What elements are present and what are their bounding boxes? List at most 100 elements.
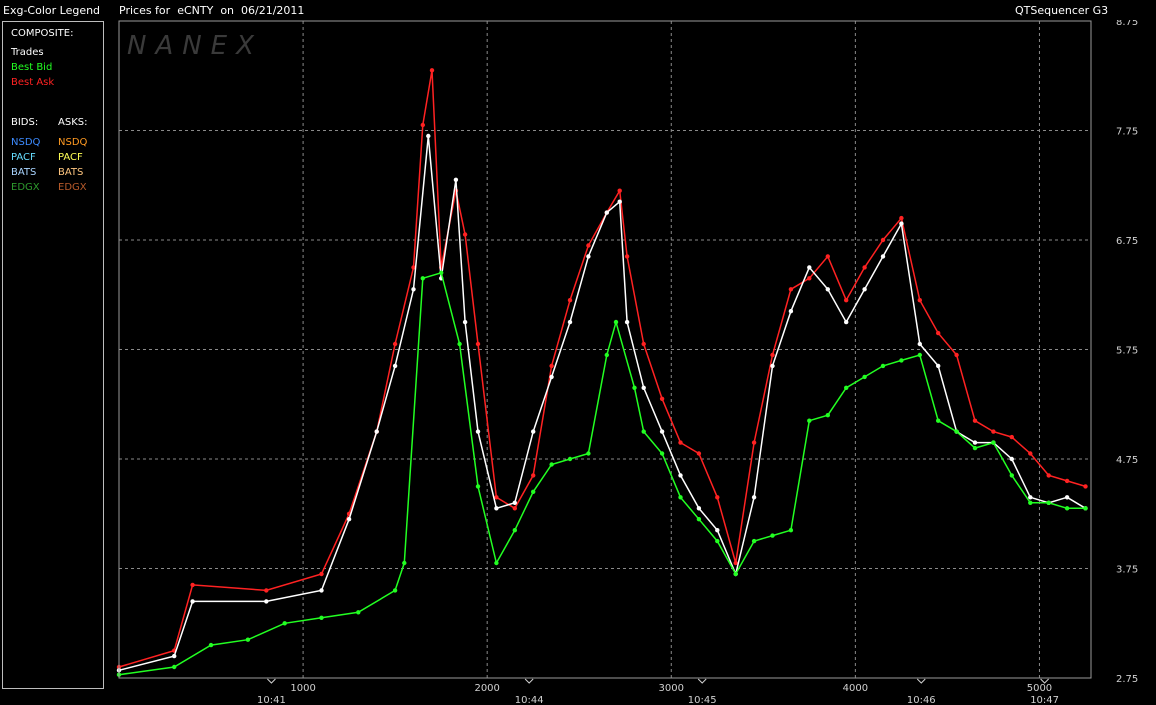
legend-bid-edgx: EDGX bbox=[11, 182, 40, 193]
series-point-best-bid bbox=[751, 538, 757, 544]
series-point-best-ask bbox=[825, 254, 830, 259]
legend-ask-bats: BATS bbox=[58, 167, 84, 178]
header-bar: Exg-Color Legend Prices for eCNTY on 06/… bbox=[0, 0, 1156, 20]
app-name: QTSequencer G3 bbox=[1015, 4, 1109, 17]
series-point-best-bid bbox=[475, 484, 481, 489]
series-point-best-ask bbox=[678, 440, 683, 445]
series-point-best-bid bbox=[659, 451, 665, 456]
series-point-trades bbox=[624, 319, 630, 325]
x-seq-tick-label: 4000 bbox=[843, 683, 868, 694]
series-point-trades bbox=[862, 287, 867, 292]
series-point-best-bid bbox=[696, 517, 702, 522]
series-point-best-ask bbox=[917, 298, 922, 303]
watermark: NANEX bbox=[127, 31, 263, 61]
chart-title: Prices for eCNTY on 06/21/2011 bbox=[119, 4, 304, 17]
series-point-best-ask bbox=[1009, 434, 1014, 440]
series-point-best-bid bbox=[319, 615, 324, 620]
series-point-trades bbox=[899, 221, 904, 226]
series-point-best-ask bbox=[715, 495, 720, 500]
series-point-best-bid bbox=[1009, 473, 1014, 478]
series-point-best-ask bbox=[429, 68, 435, 73]
x-time-tick-label: 10:45 bbox=[688, 695, 717, 705]
series-point-trades bbox=[751, 495, 757, 500]
series-point-trades bbox=[494, 506, 499, 511]
series-point-best-ask bbox=[531, 473, 536, 478]
series-point-best-ask bbox=[1028, 451, 1033, 456]
series-point-best-bid bbox=[613, 319, 619, 325]
series-point-best-ask bbox=[899, 215, 904, 221]
series-point-trades bbox=[549, 374, 554, 380]
series-point-best-bid bbox=[402, 560, 407, 566]
series-point-best-bid bbox=[954, 429, 959, 434]
series-point-trades bbox=[567, 319, 573, 325]
series-point-trades bbox=[531, 429, 536, 434]
series-point-trades bbox=[411, 287, 416, 292]
series-point-best-ask bbox=[696, 451, 702, 456]
x-seq-tick-label: 2000 bbox=[474, 683, 499, 694]
series-point-best-bid bbox=[972, 445, 978, 451]
series-point-best-bid bbox=[991, 440, 996, 445]
series-point-trades bbox=[462, 319, 468, 325]
series-point-trades bbox=[972, 440, 978, 445]
series-point-best-ask bbox=[264, 588, 269, 593]
series-point-best-bid bbox=[586, 451, 591, 456]
series-point-best-ask bbox=[751, 440, 757, 445]
series-point-best-ask bbox=[462, 232, 468, 237]
series-point-trades bbox=[1064, 495, 1070, 500]
series-point-best-bid bbox=[788, 528, 794, 533]
series-point-trades bbox=[770, 363, 775, 369]
series-point-best-bid bbox=[531, 489, 536, 494]
series-point-trades bbox=[1028, 495, 1033, 500]
series-point-best-ask bbox=[617, 188, 622, 193]
series-point-best-ask bbox=[972, 418, 978, 423]
x-time-tick-label: 10:46 bbox=[907, 695, 936, 705]
series-point-best-ask bbox=[475, 341, 481, 347]
series-point-trades bbox=[374, 429, 379, 434]
series-point-trades bbox=[475, 429, 481, 434]
series-point-best-bid bbox=[420, 276, 425, 281]
series-point-best-ask bbox=[1046, 473, 1051, 478]
series-point-best-bid bbox=[899, 358, 904, 363]
composite-heading: COMPOSITE: bbox=[11, 28, 74, 39]
x-axis: 1000 2000 3000 4000 5000 10:41 10:44 10:45 10:46… bbox=[257, 678, 1059, 705]
series-point-trades bbox=[617, 199, 622, 204]
series-point-best-ask bbox=[641, 341, 646, 347]
series-point-trades bbox=[715, 528, 720, 533]
legend-bid-pacf: PACF bbox=[11, 152, 36, 163]
legend-bid-bats: BATS bbox=[11, 167, 37, 178]
x-time-tick-label: 10:44 bbox=[515, 695, 544, 705]
x-seq-tick-label: 1000 bbox=[290, 683, 315, 694]
series-point-best-bid bbox=[494, 560, 499, 566]
legend-title: Exg-Color Legend bbox=[3, 4, 101, 17]
series-point-best-bid bbox=[392, 588, 398, 593]
y-tick-label: 7.75 bbox=[1116, 127, 1138, 138]
series-point-trades bbox=[696, 506, 702, 511]
series-point-trades bbox=[426, 133, 431, 139]
legend-ask-pacf: PACF bbox=[58, 152, 83, 163]
series-point-trades bbox=[319, 588, 324, 593]
legend-best-ask: Best Ask bbox=[11, 77, 55, 88]
series-point-best-bid bbox=[880, 363, 886, 369]
series-point-best-bid bbox=[1083, 506, 1088, 511]
series-point-best-bid bbox=[356, 610, 361, 615]
y-tick-label: 4.75 bbox=[1116, 455, 1138, 466]
series-point-best-ask bbox=[190, 582, 195, 588]
series-point-best-bid bbox=[715, 538, 720, 544]
series-point-best-bid bbox=[844, 385, 849, 390]
chart-date-prefix: on bbox=[220, 4, 235, 17]
series-point-best-ask bbox=[880, 237, 886, 243]
series-point-best-bid bbox=[604, 352, 609, 358]
legend-trades: Trades bbox=[11, 47, 44, 58]
series-point-best-ask bbox=[319, 571, 324, 577]
x-seq-tick-label: 3000 bbox=[659, 683, 684, 694]
series-point-trades bbox=[586, 254, 591, 259]
price-chart: NANEX 8.757.756.755.754.753.752.75 1000 2… bbox=[116, 17, 1138, 705]
series-point-best-bid bbox=[1064, 506, 1070, 511]
series-point-best-ask bbox=[1064, 478, 1070, 484]
series-point-best-bid bbox=[457, 341, 462, 347]
series-point-best-bid bbox=[917, 352, 922, 358]
series-point-best-bid bbox=[807, 418, 812, 423]
series-point-best-bid bbox=[770, 533, 775, 538]
x-time-tick-label: 10:41 bbox=[257, 695, 286, 705]
series-point-trades bbox=[807, 265, 812, 270]
